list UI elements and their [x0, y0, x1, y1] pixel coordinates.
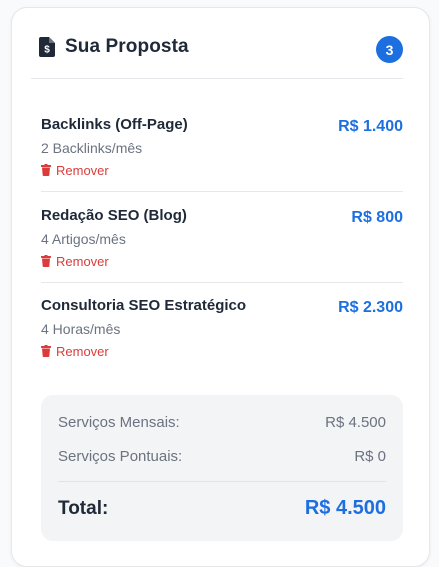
item-name: Consultoria SEO Estratégico — [41, 297, 247, 314]
total-label: Total: — [58, 498, 109, 519]
divider — [31, 78, 403, 79]
item-detail: 2 Backlinks/mês — [41, 140, 143, 156]
item-detail: 4 Horas/mês — [41, 321, 121, 337]
trash-icon — [41, 164, 51, 176]
item-name: Backlinks (Off-Page) — [41, 116, 188, 133]
remove-button[interactable]: Remover — [41, 162, 109, 178]
remove-label: Remover — [56, 162, 109, 178]
item-price: R$ 1.400 — [338, 118, 403, 135]
item-name: Redação SEO (Blog) — [41, 207, 187, 224]
remove-label: Remover — [56, 343, 109, 359]
proposal-card: $ Sua Proposta 3 Backlinks (Off-Page) 2 … — [11, 7, 430, 567]
remove-label: Remover — [56, 253, 109, 269]
item-count-badge: 3 — [376, 36, 403, 63]
monthly-services-label: Serviços Mensais: — [58, 414, 180, 431]
item-detail: 4 Artigos/mês — [41, 231, 126, 247]
item-price: R$ 800 — [351, 209, 403, 226]
proposal-title: Sua Proposta — [65, 36, 189, 57]
remove-button[interactable]: Remover — [41, 253, 109, 269]
item-price: R$ 2.300 — [338, 299, 403, 316]
divider — [41, 191, 403, 192]
onetime-services-label: Serviços Pontuais: — [58, 448, 183, 465]
svg-text:$: $ — [44, 45, 50, 56]
file-invoice-dollar-icon: $ — [39, 37, 55, 57]
divider — [58, 481, 386, 482]
trash-icon — [41, 255, 51, 267]
trash-icon — [41, 345, 51, 357]
onetime-services-value: R$ 0 — [354, 448, 386, 465]
divider — [41, 282, 403, 283]
total-value: R$ 4.500 — [304, 497, 386, 519]
remove-button[interactable]: Remover — [41, 343, 109, 359]
proposal-header: $ Sua Proposta 3 — [12, 8, 429, 79]
summary-panel: Serviços Mensais: R$ 4.500 Serviços Pont… — [41, 395, 403, 541]
monthly-services-value: R$ 4.500 — [325, 414, 386, 431]
